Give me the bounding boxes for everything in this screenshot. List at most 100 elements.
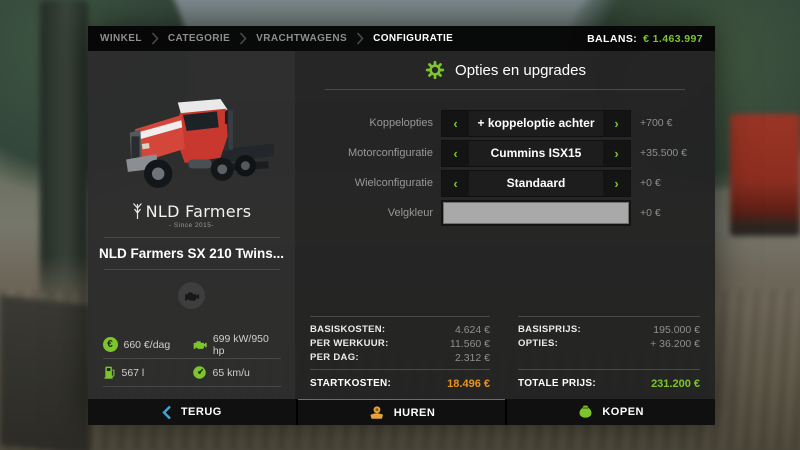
- money-bag-icon: [578, 404, 593, 420]
- config-header-title: Opties en upgrades: [455, 62, 586, 79]
- total-value: 231.200 €: [651, 376, 700, 392]
- option-price: +0 €: [640, 177, 661, 189]
- option-value: Standaard: [469, 171, 603, 196]
- config-row-velgkleur: Velgkleur +0 €: [295, 200, 715, 226]
- stat-power: 699 kW/950 hp: [192, 333, 281, 357]
- divider: [104, 237, 280, 238]
- option-selector: ‹ Standaard ›: [441, 170, 631, 197]
- chevron-right-icon: [151, 32, 159, 45]
- cost-value: 2.312 €: [455, 351, 490, 365]
- option-price: +700 €: [640, 117, 672, 129]
- cost-value: + 36.200 €: [650, 337, 700, 351]
- shop-config-panel: WINKEL CATEGORIE VRACHTWAGENS CONFIGURAT…: [88, 26, 715, 425]
- cost-summary: BASISKOSTEN: 4.624 € PER WERKUUR: 11.560 €…: [295, 316, 715, 399]
- divider: [325, 89, 685, 90]
- stone-wall: [0, 295, 90, 450]
- stat-value: 660 €/dag: [124, 339, 171, 351]
- coin-euro-icon: [103, 337, 118, 352]
- stat-max-speed: 65 km/u: [192, 365, 281, 380]
- option-label: Koppelopties: [295, 117, 433, 129]
- breadcrumb-vrachtwagens[interactable]: VRACHTWAGENS: [256, 33, 347, 44]
- rent-button[interactable]: HUREN: [298, 399, 506, 425]
- stat-price-per-day: 660 €/dag: [103, 337, 192, 352]
- config-options: Koppelopties ‹ + koppeloptie achter › +7…: [295, 110, 715, 230]
- stat-value: 699 kW/950 hp: [213, 333, 281, 357]
- back-button-label: TERUG: [181, 406, 222, 418]
- stat-value: 65 km/u: [213, 367, 250, 379]
- divider: [310, 316, 490, 317]
- option-value: + koppeloptie achter: [469, 111, 603, 136]
- stat-value: 567 l: [122, 367, 145, 379]
- total-value: 18.496 €: [447, 376, 490, 392]
- chevron-left-icon[interactable]: ‹: [442, 171, 469, 196]
- chevron-right-icon[interactable]: ›: [603, 141, 630, 166]
- option-price: +0 €: [640, 207, 661, 219]
- vehicle-panel: NLD Farmers - Since 2015- NLD Farmers SX…: [88, 51, 295, 399]
- engine-icon: [192, 338, 207, 351]
- option-label: Velgkleur: [295, 207, 433, 219]
- brand-since: - Since 2015-: [169, 222, 214, 229]
- breadcrumb-bar: WINKEL CATEGORIE VRACHTWAGENS CONFIGURAT…: [88, 26, 715, 51]
- cost-label: PER DAG:: [310, 351, 359, 365]
- brand-logo: NLD Farmers: [132, 201, 252, 221]
- cost-label: OPTIES:: [518, 337, 558, 351]
- balance-label: BALANS:: [587, 33, 637, 45]
- rim-color-swatch[interactable]: [441, 200, 631, 226]
- chevron-left-icon: [162, 405, 172, 420]
- buy-button[interactable]: KOPEN: [507, 399, 715, 425]
- option-selector: ‹ Cummins ISX15 ›: [441, 140, 631, 167]
- hand-coin-icon: [368, 405, 385, 420]
- buy-button-label: KOPEN: [602, 406, 644, 418]
- speedometer-icon: [192, 365, 207, 380]
- stat-fuel-capacity: 567 l: [103, 365, 192, 380]
- config-row-motorconfiguratie: Motorconfiguratie ‹ Cummins ISX15 › +35.…: [295, 140, 715, 166]
- cost-value: 4.624 €: [455, 323, 490, 337]
- divider: [310, 369, 490, 370]
- option-label: Wielconfiguratie: [295, 177, 433, 189]
- gear-wrench-icon: [424, 59, 446, 81]
- cost-label: BASISKOSTEN:: [310, 323, 385, 337]
- option-selector: ‹ + koppeloptie achter ›: [441, 110, 631, 137]
- brand-name: NLD Farmers: [146, 202, 252, 221]
- fuel-pump-icon: [103, 365, 116, 380]
- option-value: Cummins ISX15: [469, 141, 603, 166]
- chevron-left-icon[interactable]: ‹: [442, 141, 469, 166]
- breadcrumb-winkel[interactable]: WINKEL: [100, 33, 142, 44]
- breadcrumb-configuratie: CONFIGURATIE: [373, 33, 453, 44]
- chevron-left-icon[interactable]: ‹: [442, 111, 469, 136]
- running-costs: BASISKOSTEN: 4.624 € PER WERKUUR: 11.560 €…: [310, 316, 490, 392]
- engine-config-badge: [178, 282, 205, 309]
- breadcrumb-categorie[interactable]: CATEGORIE: [168, 33, 230, 44]
- divider: [103, 386, 281, 387]
- cost-label: PER WERKUUR:: [310, 337, 389, 351]
- config-row-koppelopties: Koppelopties ‹ + koppeloptie achter › +7…: [295, 110, 715, 136]
- balance: BALANS: € 1.463.997: [587, 33, 703, 45]
- action-bar: TERUG HUREN KOPEN: [88, 399, 715, 425]
- engine-icon: [183, 289, 200, 303]
- cost-value: 195.000 €: [653, 323, 700, 337]
- divider: [104, 269, 280, 270]
- config-row-wielconfiguratie: Wielconfiguratie ‹ Standaard › +0 €: [295, 170, 715, 196]
- wheat-icon: [132, 201, 143, 221]
- balance-value: € 1.463.997: [643, 33, 703, 45]
- total-label: STARTKOSTEN:: [310, 376, 391, 392]
- chevron-right-icon[interactable]: ›: [603, 171, 630, 196]
- purchase-costs: BASISPRIJS: 195.000 € OPTIES: + 36.200 € T…: [518, 316, 700, 392]
- chevron-right-icon: [239, 32, 247, 45]
- total-label: TOTALE PRIJS:: [518, 376, 596, 392]
- option-price: +35.500 €: [640, 147, 687, 159]
- back-button[interactable]: TERUG: [88, 399, 296, 425]
- vehicle-stats: 660 €/dag 699 kW/950 hp: [103, 331, 281, 387]
- cost-label: BASISPRIJS:: [518, 323, 581, 337]
- vehicle-image: [103, 81, 281, 197]
- option-label: Motorconfiguratie: [295, 147, 433, 159]
- rent-button-label: HUREN: [394, 407, 436, 419]
- divider: [518, 369, 700, 370]
- chevron-right-icon[interactable]: ›: [603, 111, 630, 136]
- cost-value: 11.560 €: [450, 337, 490, 351]
- chevron-right-icon: [356, 32, 364, 45]
- red-trailer: [730, 114, 800, 236]
- vehicle-title: NLD Farmers SX 210 Twins...: [99, 246, 284, 261]
- config-header: Opties en upgrades: [295, 58, 715, 82]
- divider: [518, 316, 700, 317]
